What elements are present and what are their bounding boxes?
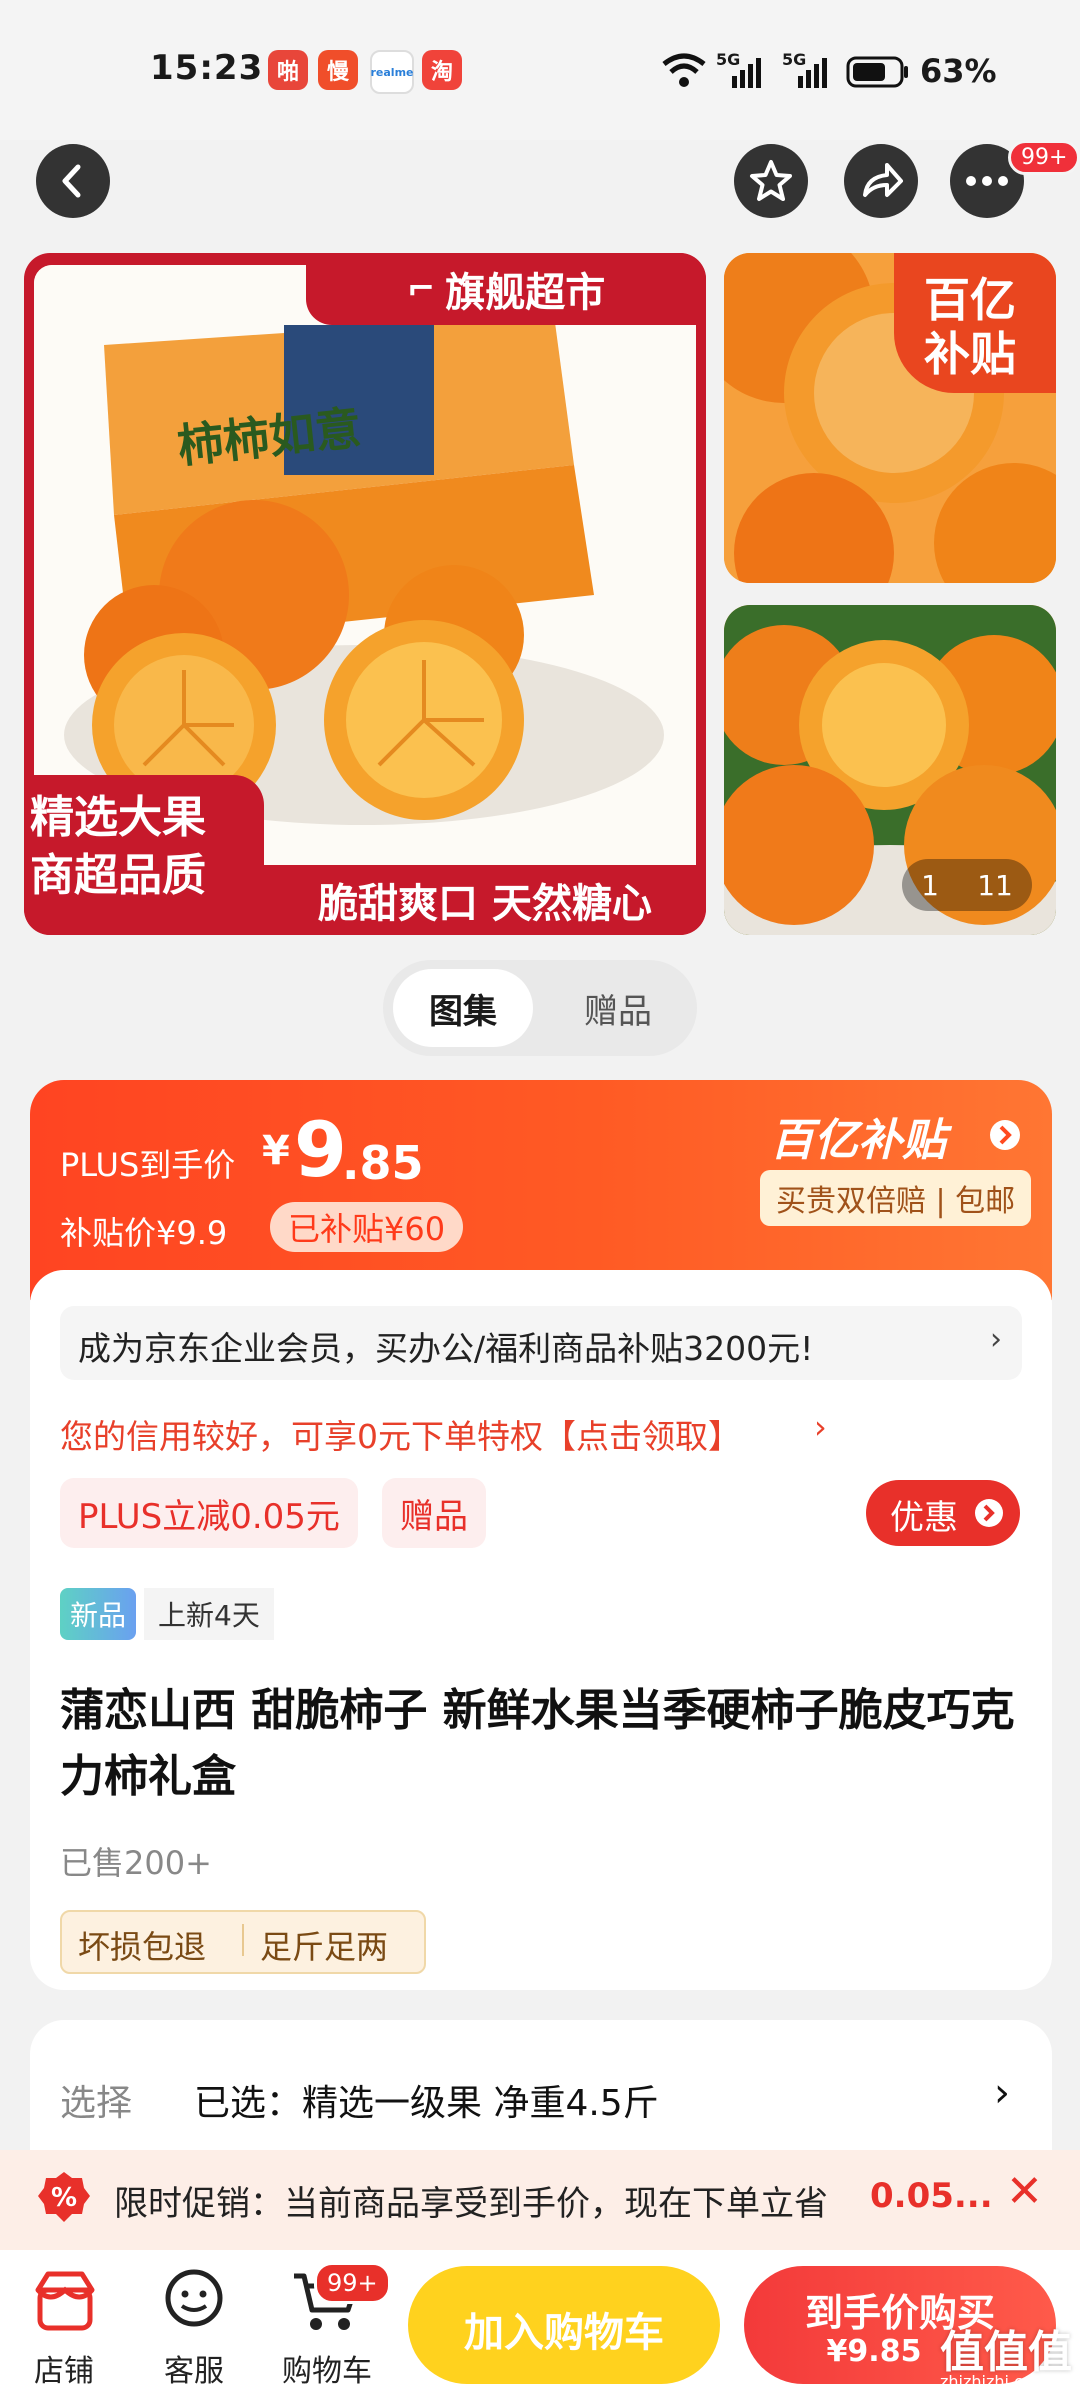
promo-text: 限时促销：当前商品享受到手价，现在下单立省 [114, 2184, 828, 2224]
badge-selected-fruit: 精选大果 商超品质 [24, 775, 264, 935]
price-currency: ¥ [262, 1128, 290, 1174]
price-integer: 9 [294, 1105, 347, 1194]
cart-badge: 99+ [314, 2262, 391, 2304]
pager-current: 1 [921, 868, 939, 902]
share-icon [863, 163, 903, 197]
app-icon-4: 淘 [422, 50, 462, 90]
more-dots-icon [966, 176, 1008, 186]
plus-price-label: PLUS到手价 [60, 1146, 236, 1184]
sold-count: 已售200+ [60, 1844, 212, 1882]
service-divider [242, 1924, 244, 1956]
status-time: 15:23 [150, 48, 264, 88]
service-tag-weight: 足斤足两 [260, 1928, 389, 1966]
flagship-badge: ⌐ 旗舰超市 [306, 253, 706, 325]
tag-gift[interactable]: 赠品 [382, 1478, 486, 1548]
watermark-logo: 值值值 [940, 2327, 1072, 2378]
tag-plus-discount[interactable]: PLUS立减0.05元 [60, 1478, 358, 1548]
customer-service-icon[interactable] [160, 2266, 228, 2334]
shop-label[interactable]: 店铺 [34, 2346, 94, 2390]
battery-icon [846, 56, 908, 88]
spec-chevron-icon: › [994, 2070, 1010, 2116]
product-thumb-2[interactable]: 1 11 [724, 605, 1056, 935]
app-icon-2: 慢 [318, 50, 358, 90]
slogan-banner: 脆甜爽口 天然糖心 [264, 865, 706, 935]
new-product-badge: 新品 [60, 1588, 137, 1640]
enterprise-chevron-icon: › [990, 1322, 1002, 1357]
subsidized-amount-badge: 已补贴¥60 [270, 1202, 464, 1252]
product-main-image[interactable]: ⌐ 旗舰超市 柿柿如意 精选大果 商超品质 脆甜爽口 天然糖心 [24, 253, 706, 935]
promo-close-icon[interactable]: ✕ [1006, 2166, 1043, 2217]
subsidy-price: 补贴价¥9.9 [60, 1214, 228, 1252]
discount-chevron-icon [975, 1499, 1003, 1527]
svg-text:%: % [51, 2183, 77, 2213]
program-chevron-icon[interactable] [988, 1118, 1022, 1152]
subsidy-corner-badge: 百亿 补贴 [894, 253, 1056, 393]
enterprise-banner-text: 成为京东企业会员，买办公/福利商品补贴3200元! [78, 1329, 814, 1368]
share-button[interactable] [844, 144, 918, 218]
promo-amount: 0.05... [870, 2176, 993, 2216]
shop-icon[interactable] [30, 2268, 100, 2334]
flagship-icon: ⌐ [406, 269, 436, 309]
spec-select-label: 选择 [60, 2083, 133, 2124]
wifi-icon [662, 53, 706, 87]
percent-icon: % [38, 2172, 90, 2222]
customer-service-label[interactable]: 客服 [164, 2346, 224, 2390]
app-icon-1: 啪 [268, 50, 308, 90]
spec-selected-value: 已选：精选一级果 净重4.5斤 [194, 2083, 659, 2124]
pager-total: 11 [977, 868, 1013, 902]
service-tag-damage: 坏损包退 [78, 1928, 207, 1966]
star-icon [750, 160, 792, 201]
new-days-label: 上新4天 [144, 1588, 274, 1640]
more-badge: 99+ [1008, 140, 1080, 175]
back-button[interactable] [36, 144, 110, 218]
cart-label[interactable]: 购物车 [282, 2346, 372, 2390]
tab-gifts[interactable]: 赠品 [548, 969, 688, 1047]
back-arrow-icon [62, 164, 81, 198]
credit-chevron-icon: › [814, 1408, 827, 1446]
image-pager: 1 11 [902, 859, 1032, 911]
tab-gallery[interactable]: 图集 [393, 969, 533, 1047]
app-icon-3: realme [370, 50, 414, 94]
program-guarantees: 买贵双倍赔 | 包邮 [760, 1170, 1032, 1226]
signal-icon-1 [732, 58, 761, 88]
battery-percent: 63% [920, 52, 997, 90]
favorite-button[interactable] [734, 144, 808, 218]
credit-privilege-link[interactable]: 您的信用较好，可享0元下单特权【点击领取】 [60, 1410, 741, 1458]
add-to-cart-label: 加入购物车 [464, 2310, 664, 2356]
price-decimal: .85 [342, 1136, 424, 1190]
discount-button-label: 优惠 [890, 1498, 958, 1538]
product-thumb-1[interactable]: 百亿 补贴 [724, 253, 1056, 583]
product-title: 蒲恋山西 甜脆柿子 新鲜水果当季硬柿子脆皮巧克力柿礼盒 [60, 1685, 1015, 1802]
watermark-url: zhizhizhi.com [940, 2372, 1049, 2391]
signal-icon-2 [798, 58, 827, 88]
subsidy-program-title[interactable]: 百亿补贴 [770, 1104, 946, 1168]
